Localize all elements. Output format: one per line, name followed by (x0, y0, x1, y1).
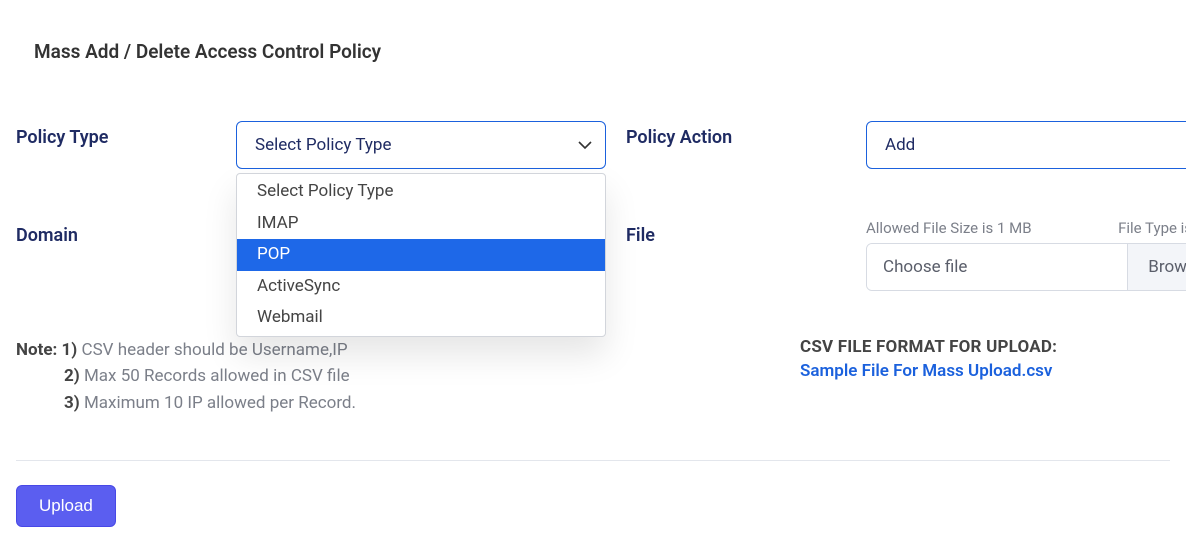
sample-file-link[interactable]: Sample File For Mass Upload.csv (800, 361, 1160, 381)
policy-action-select[interactable]: Add (866, 121, 1186, 169)
page-title: Mass Add / Delete Access Control Policy (34, 40, 1170, 63)
note-bullet-3: 3) (64, 393, 84, 413)
policy-type-option-imap[interactable]: IMAP (237, 208, 605, 240)
upload-button[interactable]: Upload (16, 485, 116, 527)
info-row: Note: 1) CSV header should be Username,I… (16, 337, 1170, 416)
policy-type-option-select-policy-type[interactable]: Select Policy Type (237, 176, 605, 208)
file-label: File (626, 219, 846, 291)
policy-type-dropdown: Select Policy Type IMAP POP ActiveSync W… (236, 173, 606, 337)
csv-info: CSV FILE FORMAT FOR UPLOAD: Sample File … (800, 337, 1160, 381)
file-helpers: Allowed File Size is 1 MB File Type is :… (866, 219, 1186, 237)
file-field-group: Allowed File Size is 1 MB File Type is :… (866, 219, 1186, 291)
policy-type-selected-value: Select Policy Type (255, 135, 392, 155)
policy-action-select-wrap: Add (866, 121, 1186, 169)
file-control[interactable]: Choose file Browse (866, 243, 1186, 291)
policy-type-label: Policy Type (16, 121, 216, 169)
file-size-hint: Allowed File Size is 1 MB (866, 219, 1032, 237)
policy-type-option-webmail[interactable]: Webmail (237, 302, 605, 334)
note-item-2: Max 50 Records allowed in CSV file (84, 366, 350, 386)
file-name-display: Choose file (867, 244, 1127, 290)
note-item-3: Maximum 10 IP allowed per Record. (84, 393, 356, 413)
file-type-hint: File Type is : csv (1118, 219, 1186, 237)
policy-type-select[interactable]: Select Policy Type (236, 121, 606, 169)
policy-action-label: Policy Action (626, 121, 846, 169)
domain-label: Domain (16, 219, 216, 291)
policy-type-option-pop[interactable]: POP (237, 239, 605, 271)
chevron-down-icon (578, 140, 592, 150)
note-item-1: CSV header should be Username,IP (82, 340, 348, 360)
note-label: Note: (16, 340, 57, 360)
browse-button[interactable]: Browse (1127, 244, 1186, 290)
policy-action-selected-value: Add (885, 135, 915, 155)
note-bullet-1: 1) (62, 340, 82, 360)
note-bullet-2: 2) (64, 366, 84, 386)
policy-type-option-activesync[interactable]: ActiveSync (237, 271, 605, 303)
form-grid: Policy Type Select Policy Type Select Po… (16, 121, 1170, 291)
note-block: Note: 1) CSV header should be Username,I… (16, 337, 356, 416)
csv-format-title: CSV FILE FORMAT FOR UPLOAD: (800, 337, 1160, 357)
divider (16, 460, 1170, 461)
policy-type-select-wrap: Select Policy Type Select Policy Type IM… (236, 121, 606, 169)
